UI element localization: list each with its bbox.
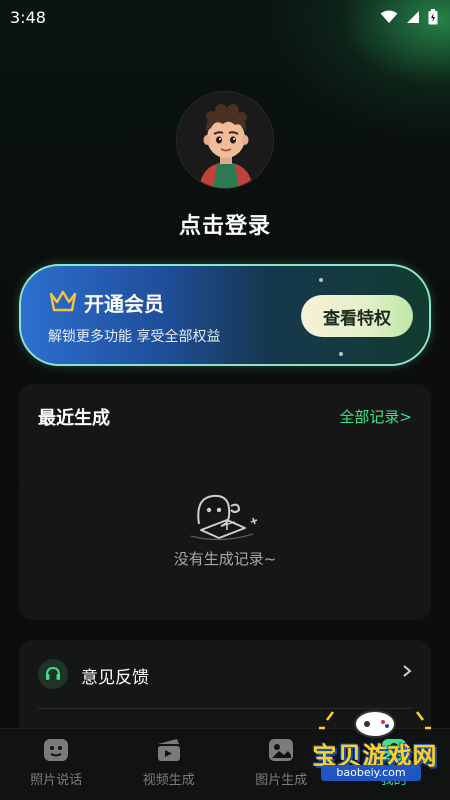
all-records-link[interactable]: 全部记录> (339, 406, 412, 427)
watermark-url: baobeiy.com (321, 765, 421, 781)
face-icon (44, 739, 69, 761)
watermark: 宝贝游戏网 baobeiy.com (305, 706, 445, 782)
decor-dot (319, 278, 323, 282)
status-bar: 3:48 (0, 0, 450, 34)
status-icons (380, 9, 438, 25)
vip-subtitle: 解锁更多功能 享受全部权益 (48, 329, 221, 345)
tab-label: 照片说话 (30, 773, 83, 788)
headset-icon (38, 659, 68, 689)
wifi-icon (380, 10, 398, 23)
status-time: 3:48 (10, 7, 46, 27)
empty-state-text: 没有生成记录~ (173, 550, 277, 568)
login-text[interactable]: 点击登录 (0, 208, 450, 240)
avatar[interactable] (176, 91, 274, 189)
recent-section: 最近生成 全部记录> 没有生成记录~ (19, 384, 431, 620)
clapperboard-icon (157, 739, 180, 761)
crown-icon (49, 290, 77, 312)
vip-title: 开通会员 (84, 292, 164, 316)
tab-photo-talk[interactable]: 照片说话 (0, 729, 113, 800)
tab-video-generate[interactable]: 视频生成 (113, 729, 226, 800)
empty-state-icon (191, 494, 258, 541)
view-privileges-button[interactable]: 查看特权 (301, 295, 413, 337)
feedback-item[interactable]: 意见反馈 (19, 640, 431, 708)
battery-icon (428, 9, 438, 25)
feedback-label: 意见反馈 (81, 668, 149, 688)
recent-title: 最近生成 (38, 408, 110, 429)
image-icon (269, 739, 294, 761)
tab-label: 图片生成 (255, 773, 308, 788)
tab-label: 视频生成 (142, 773, 195, 788)
signal-icon (407, 11, 419, 23)
chevron-right-icon (403, 665, 412, 677)
avatar-illustration (177, 92, 273, 188)
vip-card[interactable]: 开通会员 解锁更多功能 享受全部权益 查看特权 (19, 264, 431, 366)
decor-dot (339, 352, 343, 356)
